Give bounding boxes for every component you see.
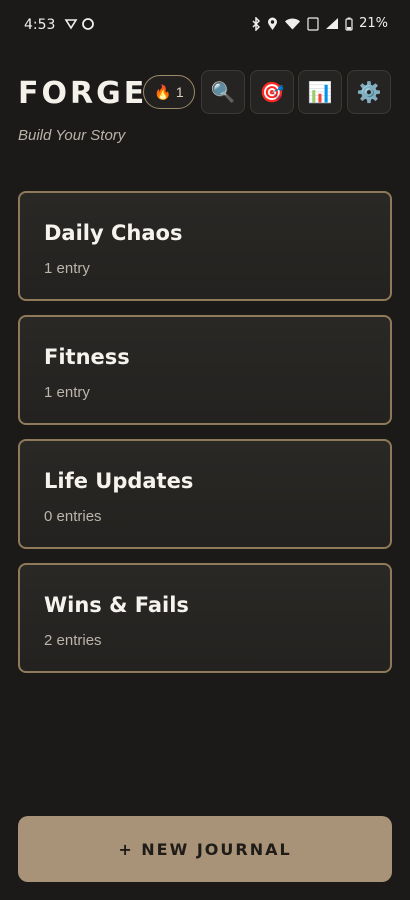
search-icon: 🔍	[210, 81, 236, 104]
journal-entry-count: 1 entry	[44, 260, 90, 277]
journal-title: Wins & Fails	[44, 593, 189, 617]
streak-badge[interactable]: 🔥 1	[143, 75, 195, 109]
settings-button[interactable]: ⚙️	[347, 70, 391, 114]
journal-entry-count: 2 entries	[44, 632, 102, 649]
wifi-icon	[284, 17, 301, 30]
status-bar: 4:53 21%	[0, 0, 410, 50]
app-header: FORGE 🔥 1 🔍 🎯 📊 ⚙️	[0, 70, 410, 120]
battery-icon	[345, 17, 353, 31]
new-journal-button[interactable]: + NEW JOURNAL	[18, 816, 392, 882]
journal-card-daily-chaos[interactable]: Daily Chaos 1 entry	[18, 191, 392, 301]
journal-entry-count: 1 entry	[44, 384, 90, 401]
stats-button[interactable]: 📊	[298, 70, 342, 114]
status-system-icons: 21%	[251, 16, 388, 31]
volte-icon	[307, 16, 319, 31]
journal-card-life-updates[interactable]: Life Updates 0 entries	[18, 439, 392, 549]
tagline: Build Your Story	[18, 127, 126, 144]
search-button[interactable]: 🔍	[201, 70, 245, 114]
bluetooth-icon	[251, 16, 261, 31]
journal-card-fitness[interactable]: Fitness 1 entry	[18, 315, 392, 425]
settings-icon: ⚙️	[356, 81, 382, 104]
journal-entry-count: 0 entries	[44, 508, 102, 525]
chart-icon: 📊	[307, 81, 333, 104]
fire-icon: 🔥	[154, 83, 172, 100]
status-notification-icons	[64, 17, 100, 31]
streak-count: 1	[175, 84, 184, 100]
target-icon: 🎯	[259, 81, 285, 104]
journal-title: Life Updates	[44, 469, 194, 493]
goals-button[interactable]: 🎯	[250, 70, 294, 114]
journal-title: Fitness	[44, 345, 130, 369]
location-icon	[267, 17, 278, 31]
battery-percent: 21%	[359, 16, 388, 31]
journal-card-wins-fails[interactable]: Wins & Fails 2 entries	[18, 563, 392, 673]
status-time: 4:53	[24, 17, 56, 33]
journal-title: Daily Chaos	[44, 221, 183, 245]
signal-icon	[325, 17, 339, 30]
app-title: FORGE	[18, 76, 148, 111]
